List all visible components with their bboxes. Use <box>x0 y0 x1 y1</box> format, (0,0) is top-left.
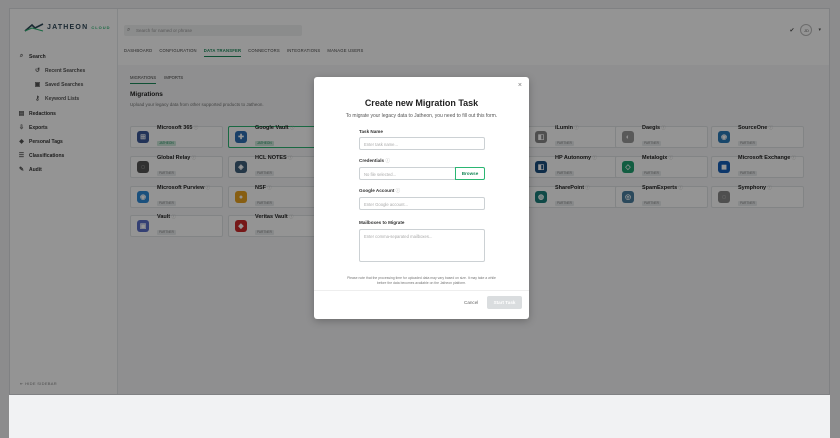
credentials-label-text: Credentials <box>359 158 385 163</box>
google-account-label-text: Google Account <box>359 188 395 193</box>
mailboxes-placeholder: Enter comma-separated mailboxes... <box>364 234 433 239</box>
note-line-2: before the data becomes available on the… <box>376 281 467 285</box>
migration-modal: × Create new Migration Task To migrate y… <box>314 77 529 319</box>
credentials-label: Credentials ⓘ <box>359 158 390 164</box>
mailboxes-label-text: Mailboxes to Migrate <box>359 220 405 225</box>
page-bottom <box>9 395 830 438</box>
modal-subtitle: To migrate your legacy data to Jatheon, … <box>345 113 498 119</box>
task-name-field[interactable]: Enter task name... <box>359 137 485 150</box>
modal-divider <box>314 290 529 291</box>
google-account-field[interactable]: Enter Google account... <box>359 197 485 210</box>
help-icon[interactable]: ⓘ <box>385 158 390 163</box>
task-name-label-text: Task Name <box>359 129 383 134</box>
help-icon[interactable]: ⓘ <box>396 188 401 193</box>
google-account-label: Google Account ⓘ <box>359 188 400 194</box>
mailboxes-label: Mailboxes to Migrate <box>359 220 404 225</box>
cancel-button[interactable]: Cancel <box>464 300 478 305</box>
mailboxes-textarea[interactable]: Enter comma-separated mailboxes... <box>359 229 485 262</box>
start-task-button[interactable]: Start Task <box>487 296 522 309</box>
credentials-placeholder: No file selected... <box>364 172 397 177</box>
processing-note: Please note that the processing time for… <box>324 276 519 286</box>
task-name-label: Task Name <box>359 129 383 134</box>
google-account-placeholder: Enter Google account... <box>364 202 408 207</box>
task-name-placeholder: Enter task name... <box>364 142 398 147</box>
close-icon[interactable]: × <box>518 82 522 89</box>
credentials-field[interactable]: No file selected... <box>359 167 456 180</box>
modal-title: Create new Migration Task <box>364 98 479 108</box>
browse-button[interactable]: Browse <box>455 167 485 180</box>
